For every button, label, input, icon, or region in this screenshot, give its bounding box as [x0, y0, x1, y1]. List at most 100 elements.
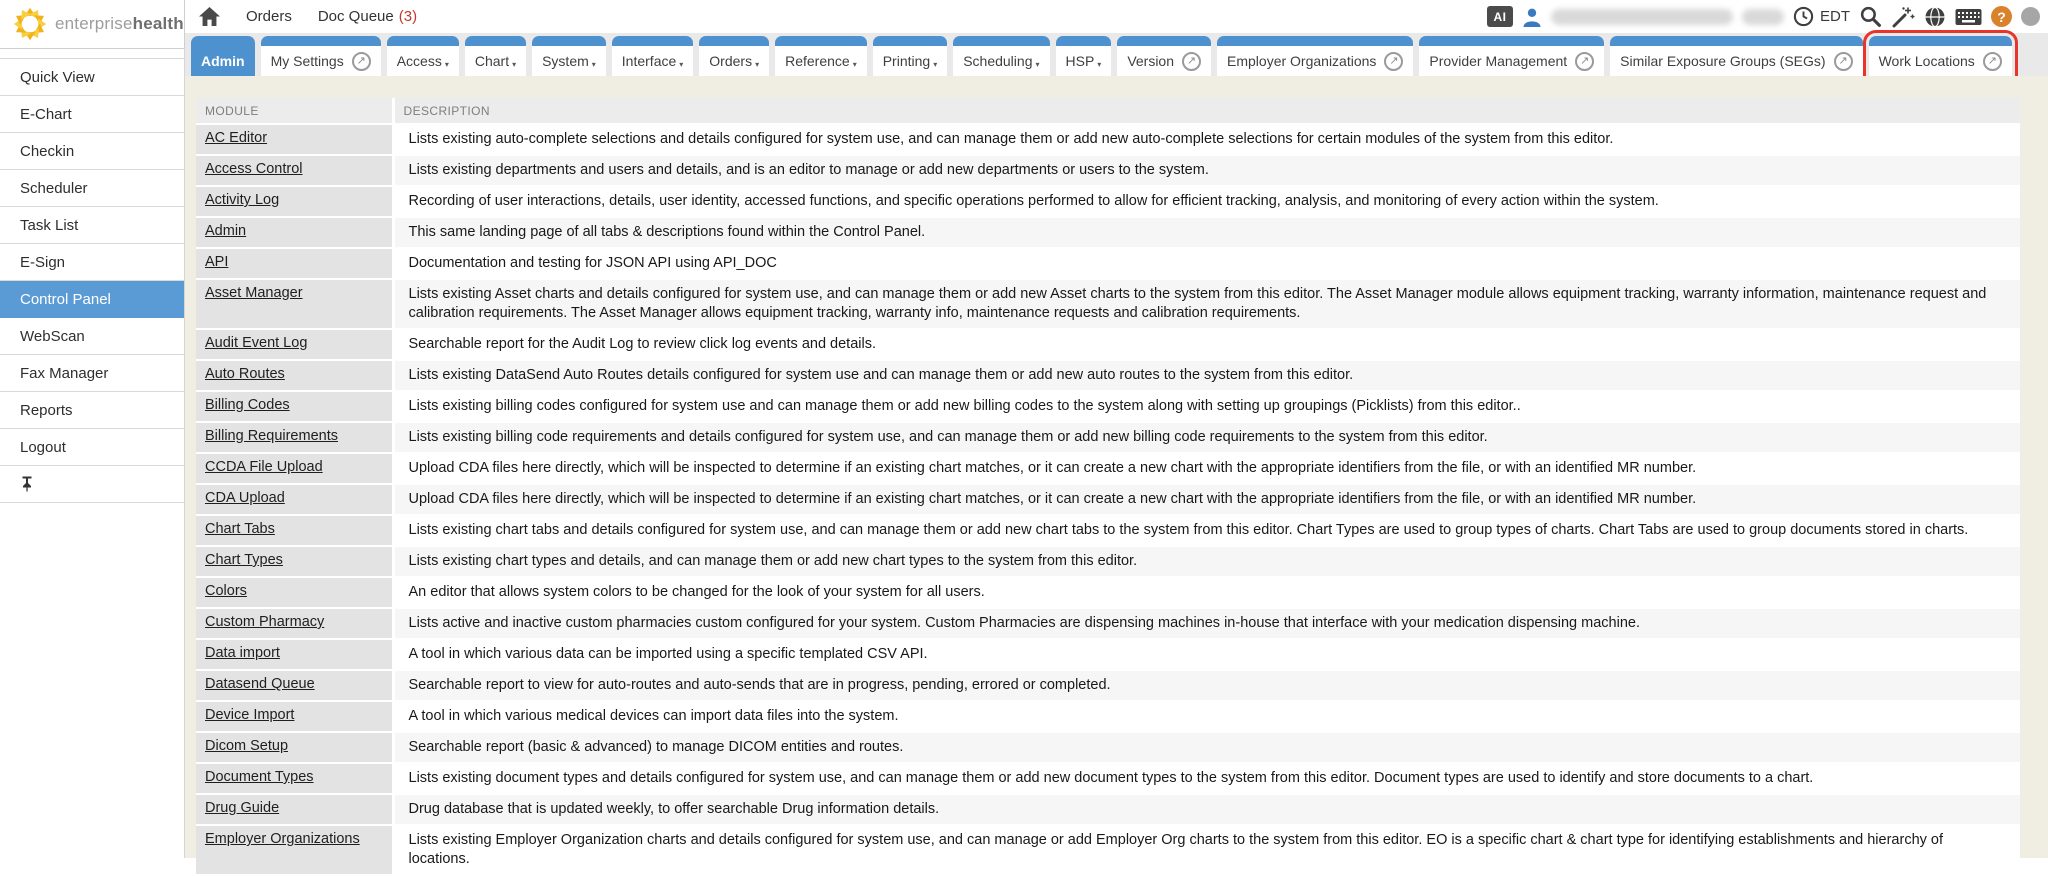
tab[interactable]: Work Locations ↗ — [1869, 36, 2012, 76]
sidebar-item[interactable]: Checkin — [0, 133, 184, 170]
tab[interactable]: Printing ▾ — [873, 36, 947, 76]
tab[interactable]: Chart ▾ — [465, 36, 526, 76]
tab-label: Printing — [883, 53, 930, 69]
table-row: Chart Types Lists existing chart types a… — [196, 546, 2020, 577]
module-link[interactable]: API — [205, 254, 228, 270]
keyboard-icon[interactable] — [1955, 8, 1982, 26]
module-link[interactable]: Access Control — [205, 161, 303, 177]
module-link[interactable]: Document Types — [205, 769, 314, 785]
description-cell: Lists existing auto-complete selections … — [393, 124, 2020, 155]
globe-icon[interactable] — [1924, 6, 1946, 28]
description-cell: Lists existing billing codes configured … — [393, 391, 2020, 422]
sidebar-item[interactable]: Control Panel — [0, 281, 184, 318]
module-link[interactable]: Activity Log — [205, 192, 279, 208]
description-cell: Documentation and testing for JSON API u… — [393, 248, 2020, 279]
module-link[interactable]: CCDA File Upload — [205, 459, 323, 475]
sidebar-item[interactable]: Quick View — [0, 59, 184, 96]
popout-icon[interactable]: ↗ — [1575, 52, 1594, 71]
sidebar-item-label: Control Panel — [20, 291, 111, 308]
help-icon[interactable]: ? — [1991, 6, 2012, 27]
description-cell: Lists active and inactive custom pharmac… — [393, 608, 2020, 639]
module-link[interactable]: Audit Event Log — [205, 335, 307, 351]
tab-label: Interface — [622, 53, 676, 69]
module-link[interactable]: Dicom Setup — [205, 738, 288, 754]
tab[interactable]: My Settings ↗ — [261, 36, 381, 76]
sidebar-item[interactable]: Logout — [0, 429, 184, 466]
tab[interactable]: Version ↗ — [1117, 36, 1211, 76]
tab[interactable]: Scheduling ▾ — [953, 36, 1049, 76]
user-icon[interactable] — [1522, 7, 1542, 27]
description-cell: Recording of user interactions, details,… — [393, 186, 2020, 217]
module-cell: Auto Routes — [196, 360, 393, 391]
tab[interactable]: System ▾ — [532, 36, 606, 76]
popout-icon[interactable]: ↗ — [1983, 52, 2002, 71]
description-cell: Lists existing departments and users and… — [393, 155, 2020, 186]
popout-icon[interactable]: ↗ — [352, 52, 371, 71]
module-link[interactable]: Datasend Queue — [205, 676, 315, 692]
module-link[interactable]: AC Editor — [205, 130, 267, 146]
topbar-menu-doc-queue[interactable]: Doc Queue(3) — [318, 8, 417, 25]
sidebar-item[interactable]: Reports — [0, 392, 184, 429]
tab[interactable]: Reference ▾ — [775, 36, 867, 76]
module-link[interactable]: Auto Routes — [205, 366, 285, 382]
description-cell: Lists existing chart types and details, … — [393, 546, 2020, 577]
module-link[interactable]: Custom Pharmacy — [205, 614, 324, 630]
module-link[interactable]: Chart Types — [205, 552, 283, 568]
module-link[interactable]: Billing Requirements — [205, 428, 338, 444]
tab[interactable]: Access ▾ — [387, 36, 459, 76]
popout-icon[interactable]: ↗ — [1834, 52, 1853, 71]
tab[interactable]: Similar Exposure Groups (SEGs) ↗ — [1610, 36, 1862, 76]
admin-tab-bar: Admin My Settings ↗ Access ▾ Chart ▾ Sys… — [185, 33, 2048, 76]
module-cell: CCDA File Upload — [196, 453, 393, 484]
popout-icon[interactable]: ↗ — [1384, 52, 1403, 71]
presence-status-icon[interactable] — [2021, 7, 2040, 26]
ai-badge[interactable]: AI — [1487, 6, 1513, 27]
tab[interactable]: Orders ▾ — [699, 36, 769, 76]
magic-wand-icon[interactable] — [1891, 6, 1915, 28]
tab[interactable]: Employer Organizations ↗ — [1217, 36, 1413, 76]
sidebar-item[interactable]: Scheduler — [0, 170, 184, 207]
search-icon[interactable] — [1859, 5, 1882, 28]
table-row: Access Control Lists existing department… — [196, 155, 2020, 186]
sidebar-item-label: Logout — [20, 439, 66, 456]
tab-label: Reference — [785, 53, 850, 69]
module-link[interactable]: Asset Manager — [205, 285, 303, 301]
tab[interactable]: Interface ▾ — [612, 36, 694, 76]
tab-label: Orders — [709, 53, 752, 69]
description-cell: Lists existing chart tabs and details co… — [393, 515, 2020, 546]
tab[interactable]: Admin — [191, 36, 255, 76]
sidebar-item[interactable]: E-Chart — [0, 96, 184, 133]
sidebar-item[interactable]: Fax Manager — [0, 355, 184, 392]
module-cell: Activity Log — [196, 186, 393, 217]
module-link[interactable]: Device Import — [205, 707, 294, 723]
module-cell: Asset Manager — [196, 279, 393, 329]
tab[interactable]: Provider Management ↗ — [1419, 36, 1604, 76]
module-link[interactable]: Drug Guide — [205, 800, 279, 816]
table-row: Billing Codes Lists existing billing cod… — [196, 391, 2020, 422]
description-cell: This same landing page of all tabs & des… — [393, 217, 2020, 248]
clock-icon[interactable] — [1793, 6, 1814, 27]
module-cell: Drug Guide — [196, 794, 393, 825]
module-link[interactable]: Admin — [205, 223, 246, 239]
module-link[interactable]: Billing Codes — [205, 397, 290, 413]
description-cell: Searchable report for the Audit Log to r… — [393, 329, 2020, 360]
description-cell: A tool in which various medical devices … — [393, 701, 2020, 732]
tab[interactable]: HSP ▾ — [1056, 36, 1112, 76]
home-icon[interactable] — [199, 7, 220, 26]
module-link[interactable]: Employer Organizations — [205, 831, 360, 847]
table-row: Custom Pharmacy Lists active and inactiv… — [196, 608, 2020, 639]
sidebar-item-label: Checkin — [20, 143, 74, 160]
sidebar-pin-button[interactable] — [0, 466, 184, 503]
popout-icon[interactable]: ↗ — [1182, 52, 1201, 71]
module-cell: Admin — [196, 217, 393, 248]
module-link[interactable]: Chart Tabs — [205, 521, 275, 537]
sidebar-item[interactable]: WebScan — [0, 318, 184, 355]
sidebar-item[interactable]: Task List — [0, 207, 184, 244]
module-cell: Custom Pharmacy — [196, 608, 393, 639]
table-row: Dicom Setup Searchable report (basic & a… — [196, 732, 2020, 763]
module-link[interactable]: Data import — [205, 645, 280, 661]
module-link[interactable]: Colors — [205, 583, 247, 599]
module-link[interactable]: CDA Upload — [205, 490, 285, 506]
sidebar-item[interactable]: E-Sign — [0, 244, 184, 281]
topbar-menu-orders[interactable]: Orders — [246, 8, 292, 25]
